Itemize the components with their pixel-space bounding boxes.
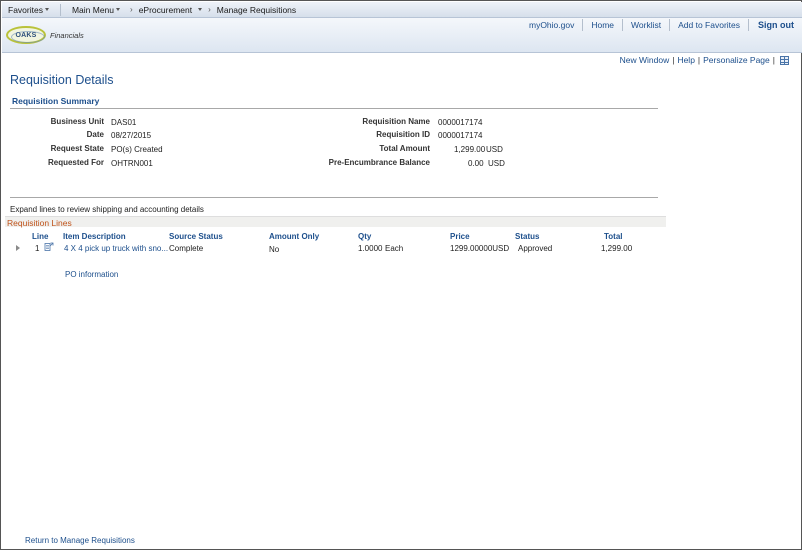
business-unit-label: Business Unit (50, 117, 104, 126)
header-links: myOhio.gov Home Worklist Add to Favorite… (521, 18, 794, 32)
return-to-manage-requisitions-link[interactable]: Return to Manage Requisitions (25, 536, 135, 545)
nav-divider (59, 3, 61, 16)
page-title: Requisition Details (10, 73, 114, 87)
requisition-name-value: 0000017174 (438, 118, 483, 127)
pre-encumbrance-currency: USD (488, 159, 505, 168)
pre-encumbrance-value: 0.00 (468, 159, 484, 168)
favorites-label: Favorites (8, 4, 43, 15)
chevron-down-icon (198, 8, 203, 11)
requisition-name-label: Requisition Name (362, 117, 430, 126)
requisition-id-value: 0000017174 (438, 131, 483, 140)
favorites-menu[interactable]: Favorites (2, 2, 55, 18)
grid-icon[interactable] (780, 55, 789, 65)
breadcrumb-manage-requisitions[interactable]: Manage Requisitions (215, 2, 298, 18)
breadcrumb-eprocurement-label: eProcurement (138, 4, 193, 15)
utility-separator: | (772, 55, 775, 65)
home-link[interactable]: Home (583, 20, 622, 30)
main-menu[interactable]: Main Menu (66, 2, 126, 18)
chevron-down-icon (116, 8, 121, 11)
row-price: 1299.00000USD (450, 244, 510, 253)
row-status: Approved (518, 244, 553, 253)
row-total: 1,299.00 (601, 244, 633, 253)
line-details-icon[interactable] (44, 242, 54, 252)
utility-separator: | (697, 55, 701, 65)
row-amount-only: No (269, 245, 280, 254)
date-value: 08/27/2015 (111, 131, 152, 140)
col-line: Line (32, 232, 49, 241)
expand-lines-note: Expand lines to review shipping and acco… (10, 205, 204, 214)
myohio-link[interactable]: myOhio.gov (521, 20, 582, 30)
row-line-number: 1 (35, 244, 40, 253)
breadcrumb-manage-label: Manage Requisitions (216, 4, 297, 15)
section-divider (10, 108, 658, 109)
business-unit-value: DAS01 (111, 118, 137, 127)
total-amount-currency: USD (486, 145, 503, 154)
row-qty: 1.0000 (358, 244, 383, 253)
page-utility-links: New Window | Help | Personalize Page | (620, 55, 789, 65)
oaks-logo: OAKS Financials (6, 26, 84, 44)
col-total: Total (604, 232, 623, 241)
sign-out-link[interactable]: Sign out (749, 20, 794, 30)
col-source-status: Source Status (169, 232, 223, 241)
breadcrumb-arrow-icon: › (130, 5, 133, 14)
breadcrumb-arrow-icon: › (208, 5, 211, 14)
add-to-favorites-link[interactable]: Add to Favorites (670, 20, 748, 30)
requested-for-label: Requested For (47, 158, 104, 167)
col-price: Price (450, 232, 470, 241)
chevron-down-icon (44, 8, 49, 11)
total-amount-value: 1,299.00 (454, 145, 486, 154)
oaks-logo-text: Financials (50, 30, 84, 40)
worklist-link[interactable]: Worklist (623, 20, 669, 30)
page-frame: Favorites Main Menu › eProcurement › Man… (0, 0, 802, 550)
po-information-link[interactable]: PO information (65, 270, 118, 279)
new-window-link[interactable]: New Window (620, 55, 670, 65)
row-uom: Each (385, 244, 404, 253)
personalize-page-link[interactable]: Personalize Page (703, 55, 770, 65)
help-link[interactable]: Help (677, 55, 694, 65)
request-state-label: Request State (50, 144, 104, 153)
col-item-description: Item Description (63, 232, 126, 241)
requisition-lines-title: Requisition Lines (7, 218, 72, 228)
pre-encumbrance-label: Pre-Encumbrance Balance (328, 158, 430, 167)
section-divider (10, 197, 658, 198)
top-nav-bar: Favorites Main Menu › eProcurement › Man… (2, 2, 802, 18)
requisition-lines-header: Requisition Lines (5, 216, 666, 228)
row-item-description-link[interactable]: 4 X 4 pick up truck with sno... (64, 244, 168, 253)
date-label: Date (86, 130, 104, 139)
oaks-logo-badge: OAKS (6, 26, 46, 44)
oaks-logo-badge-text: OAKS (15, 31, 37, 39)
header-band: OAKS Financials myOhio.gov Home Worklist… (2, 18, 802, 53)
requisition-summary-title: Requisition Summary (12, 96, 100, 106)
col-amount-only: Amount Only (269, 232, 320, 241)
row-source-status: Complete (169, 244, 204, 253)
expand-row-icon[interactable] (16, 245, 20, 251)
total-amount-label: Total Amount (379, 144, 430, 153)
breadcrumb-eprocurement[interactable]: eProcurement (137, 2, 204, 18)
col-status: Status (515, 232, 540, 241)
main-menu-label: Main Menu (71, 4, 115, 15)
col-qty: Qty (358, 232, 372, 241)
utility-separator: | (672, 55, 675, 65)
requested-for-value: OHTRN001 (111, 159, 153, 168)
requisition-id-label: Requisition ID (376, 130, 430, 139)
request-state-value: PO(s) Created (111, 145, 163, 154)
